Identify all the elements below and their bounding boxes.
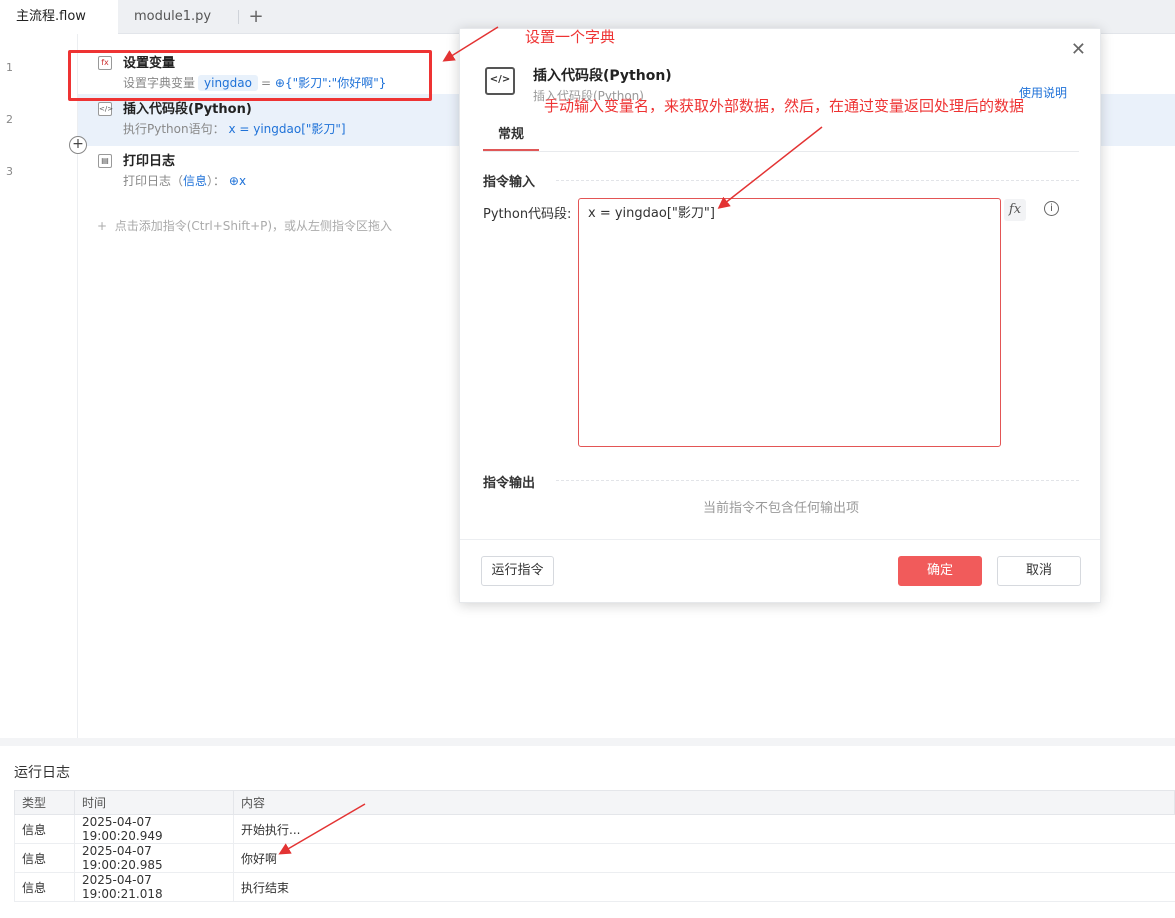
log-type: 信息 bbox=[14, 814, 75, 844]
log-time: 2025-04-07 19:00:21.018 bbox=[74, 872, 234, 902]
log-title: 运行日志 bbox=[14, 765, 70, 781]
code-field-label: Python代码段: bbox=[483, 207, 572, 222]
log-table: 类型 时间 内容 信息 2025-04-07 19:00:20.949 开始执行… bbox=[14, 790, 1175, 902]
tab-underline bbox=[483, 151, 1079, 152]
log-time: 2025-04-07 19:00:20.985 bbox=[74, 843, 234, 873]
step-description: 执行Python语句： x = yingdao["影刀"] bbox=[123, 120, 346, 137]
run-log-panel: 运行日志 类型 时间 内容 信息 2025-04-07 19:00:20.949… bbox=[0, 746, 1175, 918]
add-hint-text: 点击添加指令(Ctrl+Shift+P)，或从左侧指令区拖入 bbox=[114, 219, 393, 233]
line-number: 2 bbox=[6, 113, 13, 126]
log-content: 开始执行... bbox=[233, 814, 1175, 844]
confirm-button[interactable]: 确定 bbox=[898, 556, 982, 586]
info-icon[interactable]: i bbox=[1044, 201, 1059, 216]
dialog-title: 插入代码段(Python) bbox=[533, 68, 672, 84]
print-value: x bbox=[238, 174, 247, 188]
close-icon[interactable]: ✕ bbox=[1071, 39, 1086, 60]
table-row[interactable]: 信息 2025-04-07 19:00:20.985 你好啊 bbox=[14, 843, 1175, 873]
log-content: 你好啊 bbox=[233, 843, 1175, 873]
variable-icon: ⊕ bbox=[228, 174, 239, 188]
log-content: 执行结束 bbox=[233, 872, 1175, 902]
line-gutter: 1 2 3 bbox=[0, 34, 78, 738]
column-header[interactable]: 类型 bbox=[14, 790, 75, 815]
log-type: 信息 bbox=[14, 843, 75, 873]
log-level: 信息 bbox=[183, 174, 208, 188]
step-description: 打印日志（信息）： ⊕x bbox=[123, 172, 246, 189]
output-section-title: 指令输出 bbox=[483, 476, 536, 491]
log-time: 2025-04-07 19:00:20.949 bbox=[74, 814, 234, 844]
log-header-row: 类型 时间 内容 bbox=[14, 790, 1175, 815]
plus-icon: + bbox=[97, 219, 108, 233]
tab-main-flow[interactable]: 主流程.flow bbox=[0, 0, 118, 34]
printer-icon: ▤ bbox=[98, 154, 112, 168]
line-number: 1 bbox=[6, 61, 13, 74]
add-step-hint[interactable]: + 点击添加指令(Ctrl+Shift+P)，或从左侧指令区拖入 bbox=[97, 217, 392, 234]
table-row[interactable]: 信息 2025-04-07 19:00:21.018 执行结束 bbox=[14, 872, 1175, 902]
divider bbox=[556, 480, 1079, 481]
column-header[interactable]: 内容 bbox=[233, 790, 1175, 815]
plus-icon[interactable]: + bbox=[246, 6, 266, 28]
column-header[interactable]: 时间 bbox=[74, 790, 234, 815]
python-code-input[interactable]: x = yingdao["影刀"] bbox=[578, 198, 1001, 447]
input-section-title: 指令输入 bbox=[483, 175, 536, 190]
code-value: x = yingdao["影刀"] bbox=[228, 122, 346, 136]
no-output-text: 当前指令不包含任何输出项 bbox=[702, 501, 859, 516]
footer-divider bbox=[460, 539, 1100, 540]
highlight-box bbox=[68, 50, 432, 101]
divider bbox=[556, 180, 1079, 181]
tab-module1[interactable]: module1.py bbox=[118, 0, 227, 34]
step-desc-mid: ）： bbox=[207, 174, 226, 188]
annotation-code: 手动输入变量名，来获取外部数据，然后，在通过变量返回处理后的数据 bbox=[544, 97, 1025, 115]
tab-divider bbox=[238, 10, 239, 24]
line-number: 3 bbox=[6, 165, 13, 178]
tab-general[interactable]: 常规 bbox=[483, 121, 539, 151]
code-icon: </> bbox=[98, 102, 113, 116]
annotation-dict: 设置一个字典 bbox=[525, 28, 616, 46]
fx-icon[interactable]: fx bbox=[1004, 199, 1026, 221]
step-title: 打印日志 bbox=[123, 154, 176, 169]
step-desc-prefix: 打印日志（ bbox=[123, 174, 184, 188]
table-row[interactable]: 信息 2025-04-07 19:00:20.949 开始执行... bbox=[14, 814, 1175, 844]
code-icon: </> bbox=[485, 67, 515, 95]
cancel-button[interactable]: 取消 bbox=[997, 556, 1081, 586]
step-desc-prefix: 执行Python语句： bbox=[123, 122, 225, 136]
log-type: 信息 bbox=[14, 872, 75, 902]
run-command-button[interactable]: 运行指令 bbox=[481, 556, 554, 586]
help-link[interactable]: 使用说明 bbox=[1019, 84, 1067, 101]
